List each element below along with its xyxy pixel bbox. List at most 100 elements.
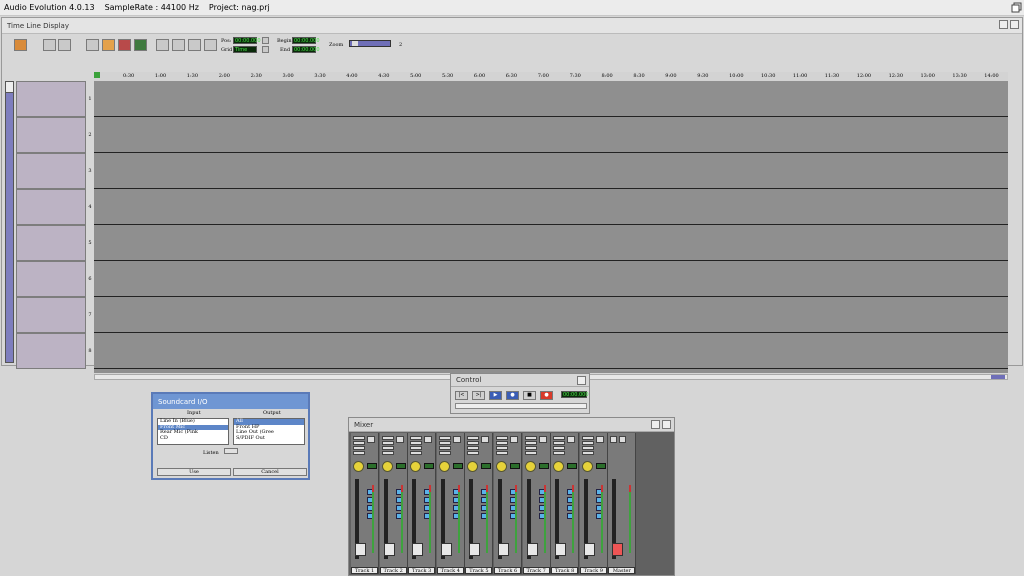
arrow-up-icon[interactable]: [424, 436, 433, 443]
volume-fader[interactable]: [469, 479, 481, 559]
rewind-icon[interactable]: |<: [455, 391, 468, 400]
route-button[interactable]: [496, 441, 508, 445]
fader-handle[interactable]: [383, 543, 395, 556]
fader-handle[interactable]: [469, 543, 481, 556]
route-button[interactable]: [467, 436, 480, 440]
pan-knob[interactable]: [410, 461, 422, 472]
arrow-left-icon[interactable]: [610, 436, 618, 443]
route-button[interactable]: [410, 441, 423, 445]
grid-dropdown-icon[interactable]: [262, 46, 269, 53]
tool-icon-a[interactable]: [156, 39, 169, 51]
fader-handle[interactable]: [612, 543, 624, 556]
arrow-right-icon[interactable]: [619, 436, 627, 443]
route-button[interactable]: [581, 436, 594, 440]
soundcard-titlebar[interactable]: Soundcard I/O: [153, 394, 308, 409]
fader-handle[interactable]: [412, 543, 424, 556]
track-lanes[interactable]: [94, 81, 1008, 373]
volume-fader[interactable]: [383, 479, 395, 559]
track-header[interactable]: [16, 333, 86, 369]
route-button[interactable]: [467, 441, 480, 445]
loop-icon[interactable]: ●: [506, 391, 519, 400]
volume-fader[interactable]: [412, 479, 424, 559]
listen-toggle[interactable]: [224, 448, 238, 454]
zoom-in-icon[interactable]: [43, 39, 56, 51]
route-button[interactable]: [438, 446, 451, 450]
route-button[interactable]: [524, 451, 537, 455]
track-header[interactable]: [16, 297, 86, 333]
route-button[interactable]: [438, 441, 451, 445]
minimize-icon[interactable]: [651, 420, 660, 429]
route-button[interactable]: [410, 451, 423, 455]
record-icon[interactable]: ●: [540, 391, 553, 400]
route-button[interactable]: [381, 446, 394, 450]
restore-icon[interactable]: [577, 376, 586, 385]
arrow-up-icon[interactable]: [510, 436, 518, 443]
route-button[interactable]: [353, 441, 365, 445]
track-lane[interactable]: [94, 153, 1008, 189]
track-header[interactable]: [16, 153, 86, 189]
pan-knob[interactable]: [496, 461, 507, 472]
minimize-icon[interactable]: [999, 20, 1008, 29]
grid-value[interactable]: Time: [233, 46, 257, 53]
arrow-up-icon[interactable]: [481, 436, 490, 443]
route-button[interactable]: [353, 436, 365, 440]
list-item[interactable]: CD: [158, 435, 228, 442]
track-lane[interactable]: [94, 117, 1008, 153]
route-button[interactable]: [553, 441, 566, 445]
tool-icon-b[interactable]: [172, 39, 185, 51]
route-button[interactable]: [496, 451, 508, 455]
restore-icon[interactable]: [662, 420, 671, 429]
volume-fader[interactable]: [440, 479, 452, 559]
route-button[interactable]: [438, 436, 451, 440]
arrow-up-icon[interactable]: [567, 436, 576, 443]
route-button[interactable]: [524, 441, 537, 445]
route-button[interactable]: [438, 451, 451, 455]
pan-knob[interactable]: [553, 461, 565, 472]
fader-handle[interactable]: [583, 543, 595, 556]
input-list[interactable]: Line In (Blue) Front Mic Rear Mic (Pink CD: [157, 418, 229, 445]
use-button[interactable]: Use: [157, 468, 231, 476]
volume-fader[interactable]: [526, 479, 538, 559]
track-header[interactable]: [16, 189, 86, 225]
control-titlebar[interactable]: Control: [451, 374, 589, 387]
pan-knob[interactable]: [524, 461, 536, 472]
track-header[interactable]: [16, 261, 86, 297]
output-list[interactable]: All Front HP Line Out (Gree S/PDIF Out: [233, 418, 305, 445]
arrow-up-icon[interactable]: [452, 436, 461, 443]
track-lane[interactable]: [94, 261, 1008, 297]
scrollbar-thumb[interactable]: [5, 81, 14, 93]
stop-icon[interactable]: ■: [523, 391, 536, 400]
arrow-up-icon[interactable]: [367, 436, 375, 443]
start-marker-icon[interactable]: [94, 72, 100, 78]
pan-knob[interactable]: [381, 461, 393, 472]
pan-knob[interactable]: [581, 461, 593, 472]
fader-handle[interactable]: [555, 543, 567, 556]
arrow-up-icon[interactable]: [538, 436, 547, 443]
time-ruler[interactable]: 0:30 1:00 1:30 2:00 2:30 3:00 3:30 4:00 4:30 5:00…: [94, 72, 1008, 81]
vertical-scrollbar[interactable]: [5, 81, 14, 363]
route-button[interactable]: [496, 446, 508, 450]
play-icon[interactable]: ▶: [489, 391, 502, 400]
select-tool-icon[interactable]: [86, 39, 99, 51]
route-button[interactable]: [553, 436, 566, 440]
list-item[interactable]: S/PDIF Out: [234, 435, 304, 442]
fader-handle[interactable]: [355, 543, 366, 556]
pencil-tool-icon[interactable]: [102, 39, 115, 51]
route-button[interactable]: [467, 451, 480, 455]
track-lane[interactable]: [94, 333, 1008, 369]
volume-fader[interactable]: [498, 479, 509, 559]
fader-handle[interactable]: [526, 543, 538, 556]
folder-icon[interactable]: [14, 39, 27, 51]
track-header[interactable]: [16, 225, 86, 261]
route-button[interactable]: [581, 446, 594, 450]
track-header[interactable]: [16, 117, 86, 153]
volume-fader[interactable]: [612, 479, 624, 559]
route-button[interactable]: [581, 441, 594, 445]
track-lane[interactable]: [94, 297, 1008, 333]
tool-icon-d[interactable]: [204, 39, 217, 51]
route-button[interactable]: [381, 436, 394, 440]
track-lane[interactable]: [94, 189, 1008, 225]
tool-icon-c[interactable]: [188, 39, 201, 51]
fast-forward-icon[interactable]: >|: [472, 391, 485, 400]
route-button[interactable]: [410, 436, 423, 440]
